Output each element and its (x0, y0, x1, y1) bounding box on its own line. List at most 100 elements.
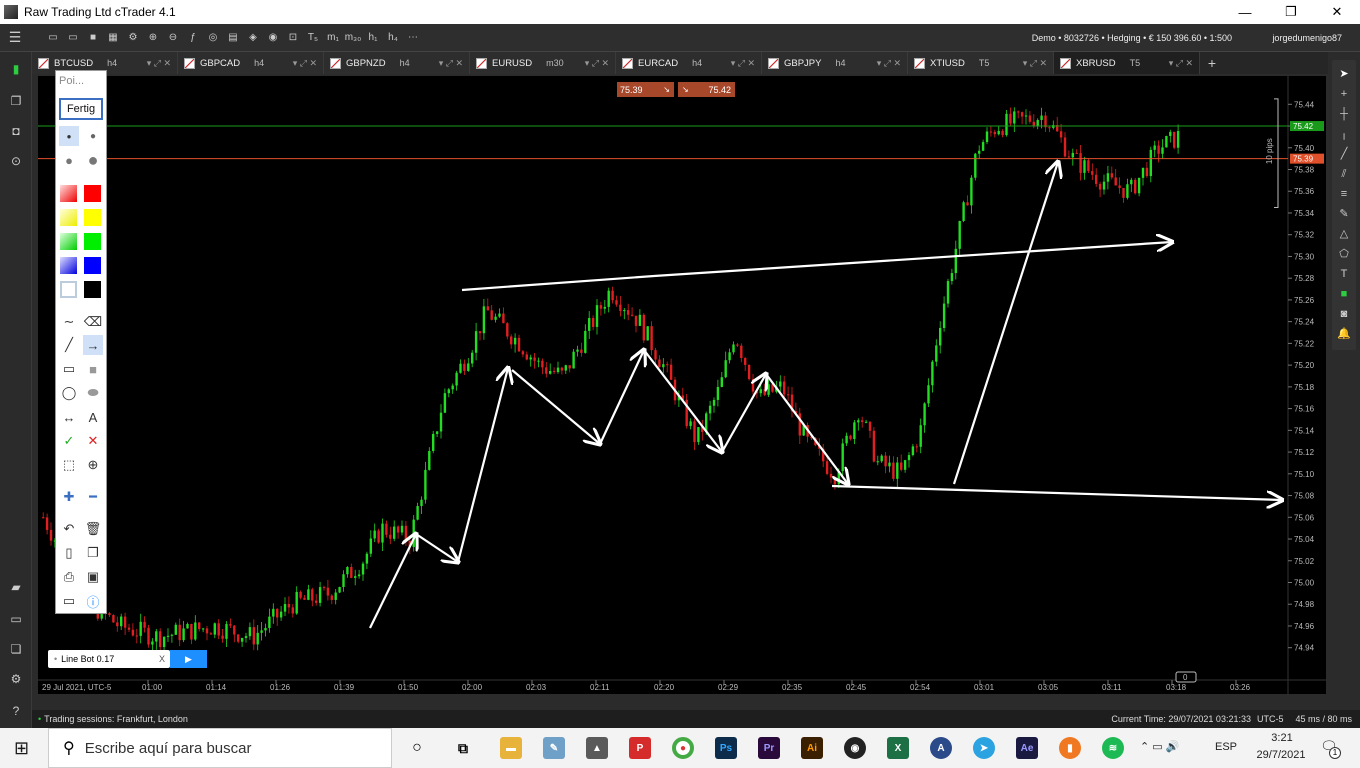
color-blue[interactable] (84, 257, 101, 274)
color-green[interactable] (84, 233, 101, 250)
arrow-line-icon[interactable]: → (83, 335, 103, 355)
layout-icon[interactable]: ▭ (44, 29, 62, 47)
camera-icon[interactable]: ⊡ (284, 29, 302, 47)
ctrader-icon[interactable]: ▲ (586, 737, 608, 759)
tab-controls[interactable]: ▾ ⤢ ✕ (439, 58, 463, 69)
tab-controls[interactable]: ▾ ⤢ ✕ (293, 58, 317, 69)
copy-icon[interactable]: ❐ (8, 94, 24, 110)
telegram-icon[interactable]: ➤ (973, 737, 995, 759)
select-area-icon[interactable]: ⬚ (59, 455, 79, 475)
after-effects-icon[interactable]: Ae (1016, 737, 1038, 759)
account-info[interactable]: Demo • 8032726 • Hedging • € 150 396.60 … (1032, 33, 1232, 43)
indicators-icon[interactable]: ƒ (184, 29, 202, 47)
color-yellow-gradient[interactable] (60, 209, 77, 226)
eye-icon[interactable]: ◉ (264, 29, 282, 47)
tab-xtiusd[interactable]: XTIUSD T5 ▾ ⤢ ✕ (908, 52, 1054, 74)
new-file-icon[interactable]: ▯ (59, 543, 79, 563)
triangle-icon[interactable]: △ (1336, 226, 1352, 242)
color-yellow[interactable] (84, 209, 101, 226)
zoom-out-icon[interactable]: ⊖ (164, 29, 182, 47)
clock-time[interactable]: 3:21 (1262, 732, 1302, 744)
tab-controls[interactable]: ▾ ⤢ ✕ (585, 58, 609, 69)
clock-date[interactable]: 29/7/2021 (1246, 749, 1316, 761)
trade-icon[interactable]: ▮ (8, 62, 24, 78)
undo-icon[interactable]: ↶ (59, 519, 79, 539)
chart-settings-icon[interactable]: ⚙ (124, 29, 142, 47)
info-icon[interactable]: ⓘ (83, 591, 103, 611)
plus-icon[interactable]: ✚ (59, 487, 79, 507)
help-icon[interactable]: ? (8, 704, 24, 720)
language-indicator[interactable]: ESP (1215, 741, 1237, 753)
taskbar-search[interactable]: ⚲ Escribe aquí para buscar (48, 728, 392, 768)
zoom-in-icon[interactable]: ⊕ (144, 29, 162, 47)
tab-controls[interactable]: ▾ ⤢ ✕ (147, 58, 171, 69)
filled-ellipse-icon[interactable]: ⬬ (83, 383, 103, 403)
tab-gbpjpy[interactable]: GBPJPY h4 ▾ ⤢ ✕ (762, 52, 908, 74)
tab-controls[interactable]: ▾ ⤢ ✕ (1023, 58, 1047, 69)
davinci-icon[interactable]: ◉ (844, 737, 866, 759)
monitor-icon[interactable]: ▭ (8, 612, 24, 628)
illustrator-icon[interactable]: Ai (801, 737, 823, 759)
tab-eurcad[interactable]: EURCAD h4 ▾ ⤢ ✕ (616, 52, 762, 74)
timeframe-m30[interactable]: m₃₀ (344, 29, 362, 47)
save-icon[interactable]: ▣ (83, 567, 103, 587)
trend-line-icon[interactable]: ╱ (1336, 146, 1352, 162)
premiere-icon[interactable]: Pr (758, 737, 780, 759)
user-name[interactable]: jorgedumenigo87 (1272, 33, 1342, 43)
vertical-line-icon[interactable]: ╷ (1336, 126, 1352, 142)
chart-canvas[interactable]: 75.44 75.42 75.40 75.38 75.36 75.34 75.32 75.30… (38, 76, 1326, 694)
dot-large-icon[interactable]: ● (59, 150, 79, 170)
color-red[interactable] (84, 185, 101, 202)
app-a-icon[interactable]: A (930, 737, 952, 759)
briefcase-icon[interactable]: ▰ (8, 580, 24, 596)
pencil-icon[interactable]: ✎ (1336, 206, 1352, 222)
add-tab-button[interactable]: + (1200, 52, 1224, 74)
line-bot-widget[interactable]: • Line Bot 0.17 X (48, 650, 170, 668)
ellipse-icon[interactable]: ◯ (59, 383, 79, 403)
tab-gbpcad[interactable]: GBPCAD h4 ▾ ⤢ ✕ (178, 52, 324, 74)
sell-quote[interactable]: 75.39 ↘ (617, 82, 674, 97)
trash-icon[interactable]: 🗑 (83, 519, 103, 539)
color-white[interactable] (60, 281, 77, 298)
automate-icon[interactable]: ◘ (8, 124, 24, 140)
multi-chart-icon[interactable]: ▦ (104, 29, 122, 47)
photoshop-icon[interactable]: Ps (715, 737, 737, 759)
paint-icon[interactable]: ✎ (543, 737, 565, 759)
screenshot-tool-icon[interactable]: ◙ (1336, 306, 1352, 322)
tab-controls[interactable]: ▾ ⤢ ✕ (877, 58, 901, 69)
bot-play-button[interactable]: ▶ (170, 650, 207, 668)
print-icon[interactable]: ⎙ (59, 567, 79, 587)
settings-icon[interactable]: ⚙ (8, 672, 24, 688)
chrome-icon[interactable]: ● (672, 737, 694, 759)
windows-start-icon[interactable]: ⊞ (14, 738, 29, 759)
analyze-icon[interactable]: ⊙ (8, 154, 24, 170)
cross-icon[interactable]: ✕ (83, 431, 103, 451)
screenshot-icon[interactable]: ▭ (59, 591, 79, 611)
copy-file-icon[interactable]: ❐ (83, 543, 103, 563)
template-icon[interactable]: ▤ (224, 29, 242, 47)
color-blue-gradient[interactable] (60, 257, 77, 274)
excel-icon[interactable]: X (887, 737, 909, 759)
tab-xbrusd[interactable]: XBRUSD T5 ▾ ⤢ ✕ (1054, 52, 1200, 74)
alert-icon[interactable]: 🔔 (1336, 326, 1352, 342)
color-green-gradient[interactable] (60, 233, 77, 250)
maximize-button[interactable]: ❐ (1268, 0, 1314, 24)
crosshair-icon[interactable]: + (1336, 86, 1352, 102)
measure-icon[interactable]: ↔ (59, 407, 79, 427)
layout-2-icon[interactable]: ▭ (64, 29, 82, 47)
color-red-gradient[interactable] (60, 185, 77, 202)
horizontal-line-icon[interactable]: ┼ (1336, 106, 1352, 122)
chart-app-icon[interactable]: ▮ (1059, 737, 1081, 759)
layers-icon[interactable]: ◈ (244, 29, 262, 47)
color-black[interactable] (84, 281, 101, 298)
buy-quote[interactable]: ↘ 75.42 (678, 82, 735, 97)
tab-controls[interactable]: ▾ ⤢ ✕ (731, 58, 755, 69)
text-icon[interactable]: A (83, 407, 103, 427)
timezone[interactable]: UTC-5 (1257, 714, 1284, 724)
pdf-app-icon[interactable]: P (629, 737, 651, 759)
bot-close-button[interactable]: X (159, 654, 165, 664)
more-icon[interactable]: ⋯ (404, 29, 422, 47)
menu-icon[interactable]: ☰ (6, 29, 24, 47)
line-icon[interactable]: ╱ (59, 335, 79, 355)
color-icon[interactable]: ■ (1336, 286, 1352, 302)
